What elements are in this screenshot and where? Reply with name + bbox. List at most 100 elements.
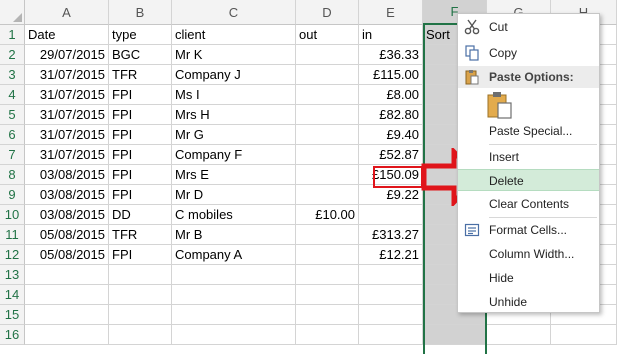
- table-cell[interactable]: [296, 245, 359, 265]
- table-cell[interactable]: £36.33: [359, 45, 423, 65]
- column-header[interactable]: C: [172, 0, 296, 25]
- table-cell[interactable]: 05/08/2015: [25, 245, 109, 265]
- table-cell[interactable]: [487, 325, 551, 345]
- table-cell[interactable]: [25, 325, 109, 345]
- table-cell[interactable]: £313.27: [359, 225, 423, 245]
- table-cell[interactable]: [359, 205, 423, 225]
- table-cell[interactable]: Mr D: [172, 185, 296, 205]
- table-cell[interactable]: Company A: [172, 245, 296, 265]
- table-cell[interactable]: £115.00: [359, 65, 423, 85]
- row-header[interactable]: 14: [0, 285, 25, 305]
- table-cell[interactable]: 05/08/2015: [25, 225, 109, 245]
- table-cell[interactable]: £12.21: [359, 245, 423, 265]
- menu-item-insert[interactable]: Insert: [458, 146, 599, 168]
- table-cell[interactable]: Date: [25, 25, 109, 45]
- table-cell[interactable]: [25, 305, 109, 325]
- table-cell[interactable]: TFR: [109, 225, 172, 245]
- row-header[interactable]: 9: [0, 185, 25, 205]
- menu-item-cut[interactable]: Cut: [458, 16, 599, 38]
- table-cell[interactable]: [359, 325, 423, 345]
- menu-item-delete[interactable]: Delete: [458, 169, 599, 191]
- select-all-corner[interactable]: [0, 0, 25, 25]
- menu-item-copy[interactable]: Copy: [458, 42, 599, 64]
- row-header[interactable]: 16: [0, 325, 25, 345]
- menu-item-column-width[interactable]: Column Width...: [458, 243, 599, 265]
- table-cell[interactable]: [172, 325, 296, 345]
- table-cell[interactable]: in: [359, 25, 423, 45]
- row-header[interactable]: 8: [0, 165, 25, 185]
- table-cell[interactable]: FPI: [109, 145, 172, 165]
- table-cell[interactable]: [25, 265, 109, 285]
- row-header[interactable]: 5: [0, 105, 25, 125]
- table-cell[interactable]: FPI: [109, 245, 172, 265]
- table-cell[interactable]: [296, 165, 359, 185]
- table-cell[interactable]: [109, 265, 172, 285]
- table-cell[interactable]: out: [296, 25, 359, 45]
- table-cell[interactable]: [359, 285, 423, 305]
- table-cell[interactable]: TFR: [109, 65, 172, 85]
- table-cell[interactable]: Mrs H: [172, 105, 296, 125]
- table-cell[interactable]: Company F: [172, 145, 296, 165]
- table-cell[interactable]: 31/07/2015: [25, 145, 109, 165]
- column-header[interactable]: B: [109, 0, 172, 25]
- row-header[interactable]: 7: [0, 145, 25, 165]
- table-cell[interactable]: [296, 125, 359, 145]
- table-cell[interactable]: £82.80: [359, 105, 423, 125]
- table-cell[interactable]: [109, 305, 172, 325]
- row-header[interactable]: 15: [0, 305, 25, 325]
- table-cell[interactable]: £9.40: [359, 125, 423, 145]
- table-cell[interactable]: FPI: [109, 165, 172, 185]
- table-cell[interactable]: FPI: [109, 85, 172, 105]
- table-cell[interactable]: FPI: [109, 125, 172, 145]
- table-cell[interactable]: [296, 85, 359, 105]
- column-header[interactable]: D: [296, 0, 359, 25]
- table-cell[interactable]: FPI: [109, 185, 172, 205]
- column-header[interactable]: A: [25, 0, 109, 25]
- table-cell[interactable]: £8.00: [359, 85, 423, 105]
- table-cell[interactable]: C mobiles: [172, 205, 296, 225]
- table-cell[interactable]: 31/07/2015: [25, 85, 109, 105]
- table-cell[interactable]: [296, 45, 359, 65]
- table-cell[interactable]: [359, 305, 423, 325]
- row-header[interactable]: 1: [0, 25, 25, 45]
- table-cell[interactable]: [296, 225, 359, 245]
- table-cell[interactable]: £10.00: [296, 205, 359, 225]
- table-cell[interactable]: 31/07/2015: [25, 65, 109, 85]
- menu-item-paste-special[interactable]: Paste Special...: [458, 120, 599, 142]
- table-cell[interactable]: [296, 65, 359, 85]
- row-header[interactable]: 4: [0, 85, 25, 105]
- table-cell[interactable]: [172, 305, 296, 325]
- menu-item-unhide[interactable]: Unhide: [458, 291, 599, 313]
- row-header[interactable]: 12: [0, 245, 25, 265]
- table-cell[interactable]: [296, 185, 359, 205]
- table-cell[interactable]: [296, 285, 359, 305]
- table-cell[interactable]: Mr K: [172, 45, 296, 65]
- table-cell[interactable]: BGC: [109, 45, 172, 65]
- table-cell[interactable]: 03/08/2015: [25, 165, 109, 185]
- table-cell[interactable]: [296, 305, 359, 325]
- table-cell[interactable]: Mr G: [172, 125, 296, 145]
- table-cell[interactable]: Mr B: [172, 225, 296, 245]
- table-cell[interactable]: [296, 265, 359, 285]
- table-cell[interactable]: [423, 325, 487, 345]
- table-cell[interactable]: 31/07/2015: [25, 105, 109, 125]
- table-cell[interactable]: FPI: [109, 105, 172, 125]
- table-cell[interactable]: 29/07/2015: [25, 45, 109, 65]
- table-cell[interactable]: [296, 105, 359, 125]
- menu-item-clear-contents[interactable]: Clear Contents: [458, 193, 599, 215]
- table-cell[interactable]: [25, 285, 109, 305]
- paste-values-icon[interactable]: [487, 91, 513, 119]
- table-cell[interactable]: Mrs E: [172, 165, 296, 185]
- table-cell[interactable]: client: [172, 25, 296, 45]
- table-cell[interactable]: Ms I: [172, 85, 296, 105]
- column-header[interactable]: E: [359, 0, 423, 25]
- table-cell[interactable]: DD: [109, 205, 172, 225]
- row-header[interactable]: 10: [0, 205, 25, 225]
- table-cell[interactable]: 31/07/2015: [25, 125, 109, 145]
- table-cell[interactable]: [109, 285, 172, 305]
- row-header[interactable]: 3: [0, 65, 25, 85]
- table-cell[interactable]: [296, 145, 359, 165]
- table-cell[interactable]: [172, 285, 296, 305]
- table-cell[interactable]: [172, 265, 296, 285]
- menu-item-format-cells[interactable]: Format Cells...: [458, 219, 599, 241]
